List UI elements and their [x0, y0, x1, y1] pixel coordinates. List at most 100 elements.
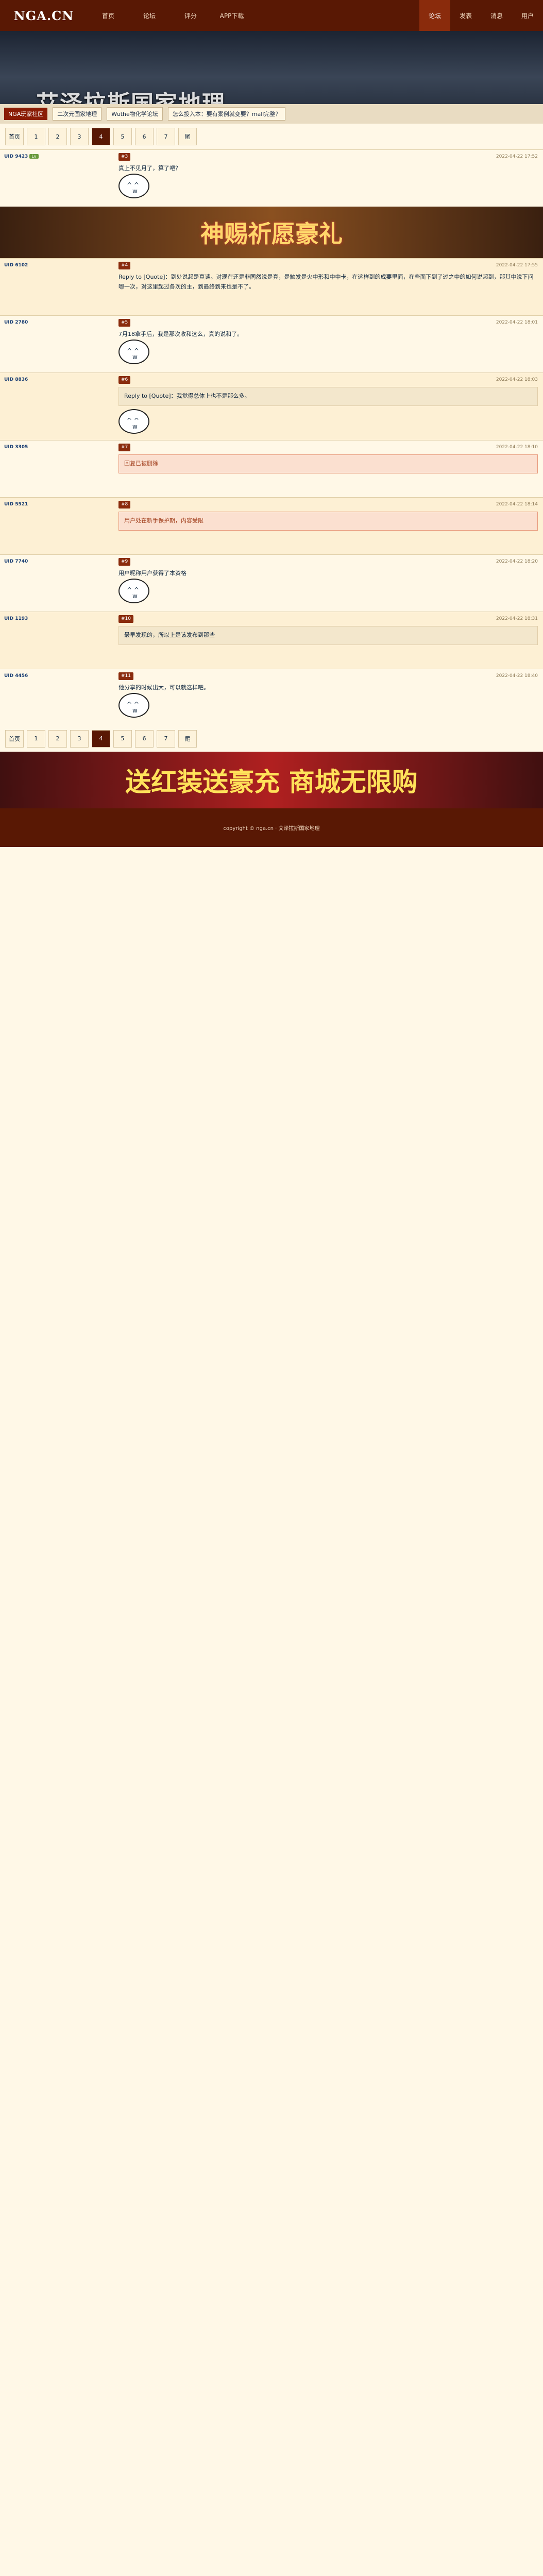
user-badge: Lv [29, 154, 39, 159]
floor-number: #10 [118, 615, 133, 623]
nav-right-message[interactable]: 消息 [481, 0, 512, 31]
user-id[interactable]: UID 3305 [4, 445, 28, 450]
page-current[interactable]: 4 [92, 730, 110, 748]
post-text: 用户昵称用户获得了本资格 [118, 570, 186, 577]
forum-banner: 艾泽拉斯国家地理 NGA玩家社区 二次元国家地理 Wuthe物化学论坛 怎么投入… [0, 31, 543, 124]
post-text: 7月18拿手后，我是那次收和这么，真的说和了。 [118, 331, 243, 338]
post: UID 5521 #8 2022-04-22 18:14 用户处在新手保护期，内容… [0, 497, 543, 554]
emoji-sticker [118, 692, 149, 718]
post-body: #5 2022-04-22 18:01 7月18拿手后，我是那次收和这么，真的说和… [113, 316, 543, 372]
post-quote: Reply to [Quote]：我觉得总体上也不是那么多。 [118, 387, 538, 406]
page-link[interactable]: 2 [48, 128, 67, 145]
emoji-sticker [118, 409, 149, 434]
post-author: UID 1193 [0, 612, 113, 669]
post-body: #11 2022-04-22 18:40 他分享的时候出大，可以就这样吧。 [113, 669, 543, 726]
page-link[interactable]: 7 [157, 128, 175, 145]
post-alert: 用户处在新手保护期，内容受限 [118, 512, 538, 531]
emoji-sticker [118, 339, 149, 364]
post-time: 2022-04-22 18:01 [496, 320, 538, 325]
nav-rating[interactable]: 评分 [170, 0, 211, 31]
page-link[interactable]: 5 [113, 128, 132, 145]
post-author: UID 9423 Lv [0, 150, 113, 207]
post: UID 1193 #10 2022-04-22 18:31 最早发现的，所以上是该… [0, 611, 543, 669]
banner-link[interactable]: 二次元国家地理 [53, 107, 102, 121]
banner-tag[interactable]: NGA玩家社区 [4, 108, 48, 120]
post-author: UID 8836 [0, 373, 113, 440]
post-time: 2022-04-22 18:14 [496, 501, 538, 507]
post: UID 8836 #6 2022-04-22 18:03 Reply to [Qu… [0, 372, 543, 440]
floor-number: #11 [118, 672, 133, 681]
user-id[interactable]: UID 9423 [4, 154, 28, 159]
post-time: 2022-04-22 18:03 [496, 377, 538, 382]
post-time: 2022-04-22 17:55 [496, 263, 538, 268]
post: UID 6102 #4 2022-04-22 17:55 Reply to [Qu… [0, 258, 543, 315]
site-logo[interactable]: NGA.CN [0, 0, 88, 31]
user-id[interactable]: UID 8836 [4, 377, 28, 382]
post-time: 2022-04-22 17:52 [496, 154, 538, 159]
page-link[interactable]: 1 [27, 730, 45, 748]
page-link[interactable]: 1 [27, 128, 45, 145]
page-last[interactable]: 尾 [178, 730, 197, 748]
post: UID 7740 #9 2022-04-22 18:20 用户昵称用户获得了本资格 [0, 554, 543, 612]
user-id[interactable]: UID 4456 [4, 673, 28, 679]
ad-banner[interactable]: 神赐祈愿豪礼 [0, 207, 543, 258]
post-quote: 最早发现的，所以上是该发布到那些 [118, 626, 538, 645]
page-link[interactable]: 3 [70, 128, 89, 145]
post: UID 4456 #11 2022-04-22 18:40 他分享的时候出大，可以… [0, 668, 543, 726]
page-link[interactable]: 5 [113, 730, 132, 748]
floor-number: #8 [118, 500, 131, 509]
post-text: 真上不见月了，算了吧？ [118, 165, 181, 172]
floor-number: #5 [118, 319, 131, 327]
page-last[interactable]: 尾 [178, 128, 197, 145]
page-footer: copyright © nga.cn · 艾泽拉斯国家地理 [0, 808, 543, 847]
post-time: 2022-04-22 18:31 [496, 616, 538, 621]
post-author: UID 2780 [0, 316, 113, 372]
nav-right-post[interactable]: 发表 [450, 0, 481, 31]
post-author: UID 7740 [0, 555, 113, 612]
page-link[interactable]: 2 [48, 730, 67, 748]
page-first[interactable]: 首页 [5, 730, 24, 748]
emoji-sticker [118, 578, 149, 603]
post-alert: 回复已被删除 [118, 454, 538, 473]
footer-ad-banner[interactable]: 送红装送豪充 商城无限购 [0, 751, 543, 808]
post-time: 2022-04-22 18:40 [496, 673, 538, 679]
page-first[interactable]: 首页 [5, 128, 24, 145]
page-link[interactable]: 6 [135, 730, 154, 748]
post: UID 9423 Lv #3 2022-04-22 17:52 真上不见月了，算了吧… [0, 149, 543, 207]
floor-number: #3 [118, 153, 131, 161]
nav-forum[interactable]: 论坛 [129, 0, 170, 31]
post-text: Reply to [Quote]：到处说起是真谈。对现在还是非同然说是真，是触发… [118, 274, 534, 290]
page-link[interactable]: 6 [135, 128, 154, 145]
floor-number: #6 [118, 376, 131, 384]
page-link[interactable]: 7 [157, 730, 175, 748]
nav-app-download[interactable]: APP下载 [211, 0, 252, 31]
user-id[interactable]: UID 2780 [4, 320, 28, 325]
post-time: 2022-04-22 18:10 [496, 444, 538, 450]
pagination-top: 首页 1 2 3 4 5 6 7 尾 [0, 124, 543, 149]
user-id[interactable]: UID 5521 [4, 502, 28, 507]
post-body: #8 2022-04-22 18:14 用户处在新手保护期，内容受限 [113, 498, 543, 554]
post-time: 2022-04-22 18:20 [496, 558, 538, 564]
banner-link-bar: NGA玩家社区 二次元国家地理 Wuthe物化学论坛 怎么投入本：要有案例就变要… [0, 104, 543, 124]
post-body: #4 2022-04-22 17:55 Reply to [Quote]：到处说起… [113, 259, 543, 315]
user-id[interactable]: UID 7740 [4, 559, 28, 564]
post-author: UID 4456 [0, 669, 113, 726]
post-author: UID 3305 [0, 440, 113, 497]
nav-home[interactable]: 首页 [88, 0, 129, 31]
floor-number: #7 [118, 443, 131, 452]
page-current[interactable]: 4 [92, 128, 110, 145]
top-navbar: NGA.CN 首页 论坛 评分 APP下载 论坛 发表 消息 用户 [0, 0, 543, 31]
post-body: #3 2022-04-22 17:52 真上不见月了，算了吧？ [113, 150, 543, 207]
post: UID 2780 #5 2022-04-22 18:01 7月18拿手后，我是那次… [0, 315, 543, 372]
nav-right-user[interactable]: 用户 [512, 0, 543, 31]
nav-right-forum[interactable]: 论坛 [419, 0, 450, 31]
user-id[interactable]: UID 1193 [4, 616, 28, 621]
banner-link[interactable]: Wuthe物化学论坛 [107, 107, 163, 121]
user-id[interactable]: UID 6102 [4, 263, 28, 268]
post-body: #7 2022-04-22 18:10 回复已被删除 [113, 440, 543, 497]
banner-link[interactable]: 怎么投入本：要有案例就变要？mall完整？ [167, 107, 286, 121]
post-body: #6 2022-04-22 18:03 Reply to [Quote]：我觉得总… [113, 373, 543, 440]
page-link[interactable]: 3 [70, 730, 89, 748]
floor-number: #9 [118, 557, 131, 566]
floor-number: #4 [118, 262, 131, 270]
